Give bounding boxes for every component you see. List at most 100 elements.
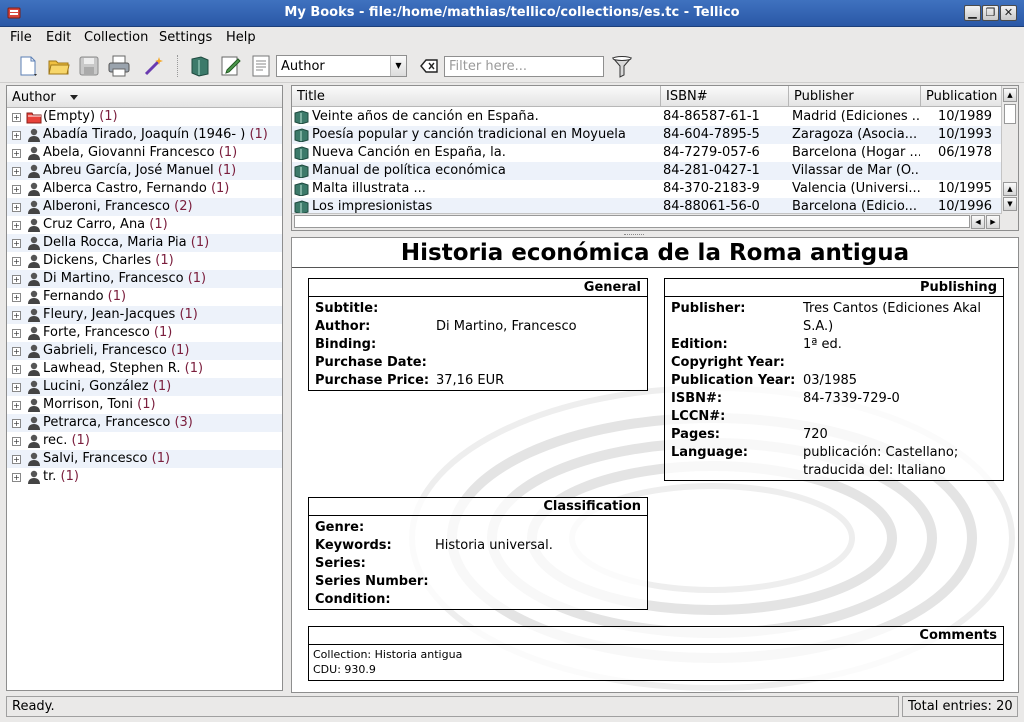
tree-item[interactable]: + Abadía Tirado, Joaquín (1946- ) (1) — [7, 126, 282, 144]
expand-icon[interactable]: + — [12, 149, 21, 158]
report-icon[interactable] — [249, 54, 273, 78]
person-icon — [28, 272, 40, 286]
person-icon — [28, 416, 40, 430]
entry-detail-view: Historia económica de la Roma antigua Ge… — [291, 237, 1019, 693]
scroll-thumb[interactable] — [294, 215, 970, 228]
expand-icon[interactable]: + — [12, 257, 21, 266]
new-entry-book-icon[interactable] — [188, 54, 212, 78]
tree-item-label: Lucini, González — [43, 379, 149, 394]
person-icon — [28, 434, 40, 448]
expand-icon[interactable]: + — [12, 167, 21, 176]
person-icon — [28, 254, 40, 268]
tree-item[interactable]: + tr. (1) — [7, 468, 282, 486]
tree-item-label: (Empty) — [43, 109, 96, 124]
tree-item[interactable]: + (Empty) (1) — [7, 108, 282, 126]
scroll-down-icon[interactable]: ▼ — [1003, 197, 1017, 211]
tree-item[interactable]: + Forte, Francesco (1) — [7, 324, 282, 342]
scroll-up-icon[interactable]: ▲ — [1003, 88, 1017, 102]
expand-icon[interactable]: + — [12, 221, 21, 230]
group-by-combo[interactable]: Author ▼ — [276, 55, 407, 77]
tree-item[interactable]: + Alberca Castro, Fernando (1) — [7, 180, 282, 198]
entry-publisher-cell: Valencia (Universi... — [792, 181, 920, 196]
column-header-publisher[interactable]: Publisher — [789, 86, 921, 107]
tree-item[interactable]: + Lawhead, Stephen R. (1) — [7, 360, 282, 378]
column-header-isbn[interactable]: ISBN# — [661, 86, 789, 107]
tree-item[interactable]: + Della Rocca, Maria Pia (1) — [7, 234, 282, 252]
expand-icon[interactable]: + — [12, 275, 21, 284]
menu-collection[interactable]: Collection — [84, 30, 148, 45]
entry-publisher-cell: Barcelona (Hogar ... — [792, 145, 920, 160]
entry-row[interactable]: Veinte años de canción en España. 84-8658… — [292, 108, 1002, 126]
field-label: Series Number: — [315, 574, 429, 589]
tree-item[interactable]: + Fernando (1) — [7, 288, 282, 306]
column-header-publication-year[interactable]: Publication Y — [921, 86, 1002, 107]
tree-item-count: (1) — [217, 163, 237, 178]
tree-item[interactable]: + Cruz Carro, Ana (1) — [7, 216, 282, 234]
tree-item-count: (1) — [99, 109, 118, 124]
scroll-up-icon[interactable]: ▲ — [1003, 182, 1017, 196]
expand-icon[interactable]: + — [12, 383, 21, 392]
new-document-icon[interactable] — [16, 54, 40, 78]
tree-item[interactable]: + Petrarca, Francesco (3) — [7, 414, 282, 432]
scroll-left-icon[interactable]: ◀ — [971, 215, 985, 229]
entry-list-horizontal-scrollbar[interactable]: ◀ ▶ — [292, 213, 1002, 230]
minimize-button[interactable]: ▁ — [964, 5, 981, 21]
open-folder-icon[interactable] — [47, 54, 71, 78]
funnel-filter-icon[interactable] — [611, 55, 633, 79]
menu-file[interactable]: File — [10, 30, 32, 45]
tree-item[interactable]: + Di Martino, Francesco (1) — [7, 270, 282, 288]
tree-item[interactable]: + Alberoni, Francesco (2) — [7, 198, 282, 216]
clear-filter-icon[interactable] — [420, 58, 438, 74]
tree-item-count: (1) — [155, 253, 174, 268]
expand-icon[interactable]: + — [12, 185, 21, 194]
chevron-down-icon[interactable]: ▼ — [390, 56, 406, 76]
entry-row[interactable]: Poesía popular y canción tradicional en … — [292, 126, 1002, 144]
expand-icon[interactable]: + — [12, 347, 21, 356]
tree-item[interactable]: + rec. (1) — [7, 432, 282, 450]
entry-row[interactable]: Nueva Canción en España, la. 84-7279-057-… — [292, 144, 1002, 162]
group-tree-header[interactable]: Author — [7, 86, 282, 108]
tree-item[interactable]: + Gabrieli, Francesco (1) — [7, 342, 282, 360]
column-header-title[interactable]: Title — [292, 86, 661, 107]
entry-title-cell: Veinte años de canción en España. — [312, 109, 539, 124]
edit-entry-icon[interactable] — [219, 54, 243, 78]
expand-icon[interactable]: + — [12, 365, 21, 374]
expand-icon[interactable]: + — [12, 113, 21, 122]
tree-item[interactable]: + Abela, Giovanni Francesco (1) — [7, 144, 282, 162]
expand-icon[interactable]: + — [12, 293, 21, 302]
scroll-thumb[interactable] — [1004, 104, 1016, 124]
expand-icon[interactable]: + — [12, 239, 21, 248]
expand-icon[interactable]: + — [12, 419, 21, 428]
tree-item[interactable]: + Salvi, Francesco (1) — [7, 450, 282, 468]
menu-help[interactable]: Help — [226, 30, 256, 45]
expand-icon[interactable]: + — [12, 437, 21, 446]
tree-item-label: Forte, Francesco — [43, 325, 150, 340]
print-icon[interactable] — [107, 54, 131, 78]
magic-wand-icon[interactable] — [142, 54, 166, 78]
scroll-right-icon[interactable]: ▶ — [986, 215, 1000, 229]
expand-icon[interactable]: + — [12, 455, 21, 464]
expand-icon[interactable]: + — [12, 401, 21, 410]
menu-settings[interactable]: Settings — [159, 30, 212, 45]
tree-item[interactable]: + Abreu García, José Manuel (1) — [7, 162, 282, 180]
tree-item-label: Petrarca, Francesco — [43, 415, 171, 430]
person-icon — [28, 398, 40, 412]
entry-row[interactable]: Manual de política económica 84-281-0427-… — [292, 162, 1002, 180]
tree-item[interactable]: + Morrison, Toni (1) — [7, 396, 282, 414]
menu-edit[interactable]: Edit — [46, 30, 71, 45]
tree-item[interactable]: + Lucini, González (1) — [7, 378, 282, 396]
tree-item[interactable]: + Dickens, Charles (1) — [7, 252, 282, 270]
maximize-button[interactable]: ❐ — [982, 5, 999, 21]
expand-icon[interactable]: + — [12, 131, 21, 140]
entry-list-vertical-scrollbar[interactable]: ▲ ▲ ▼ — [1001, 86, 1018, 230]
filter-input[interactable]: Filter here... — [444, 56, 604, 77]
expand-icon[interactable]: + — [12, 473, 21, 482]
tree-item[interactable]: + Fleury, Jean-Jacques (1) — [7, 306, 282, 324]
expand-icon[interactable]: + — [12, 311, 21, 320]
entry-row[interactable]: Malta illustrata ... 84-370-2183-9 Valenci… — [292, 180, 1002, 198]
expand-icon[interactable]: + — [12, 329, 21, 338]
pane-splitter[interactable] — [624, 234, 644, 236]
expand-icon[interactable]: + — [12, 203, 21, 212]
close-button[interactable]: ✕ — [1000, 5, 1017, 21]
save-icon[interactable] — [77, 54, 101, 78]
